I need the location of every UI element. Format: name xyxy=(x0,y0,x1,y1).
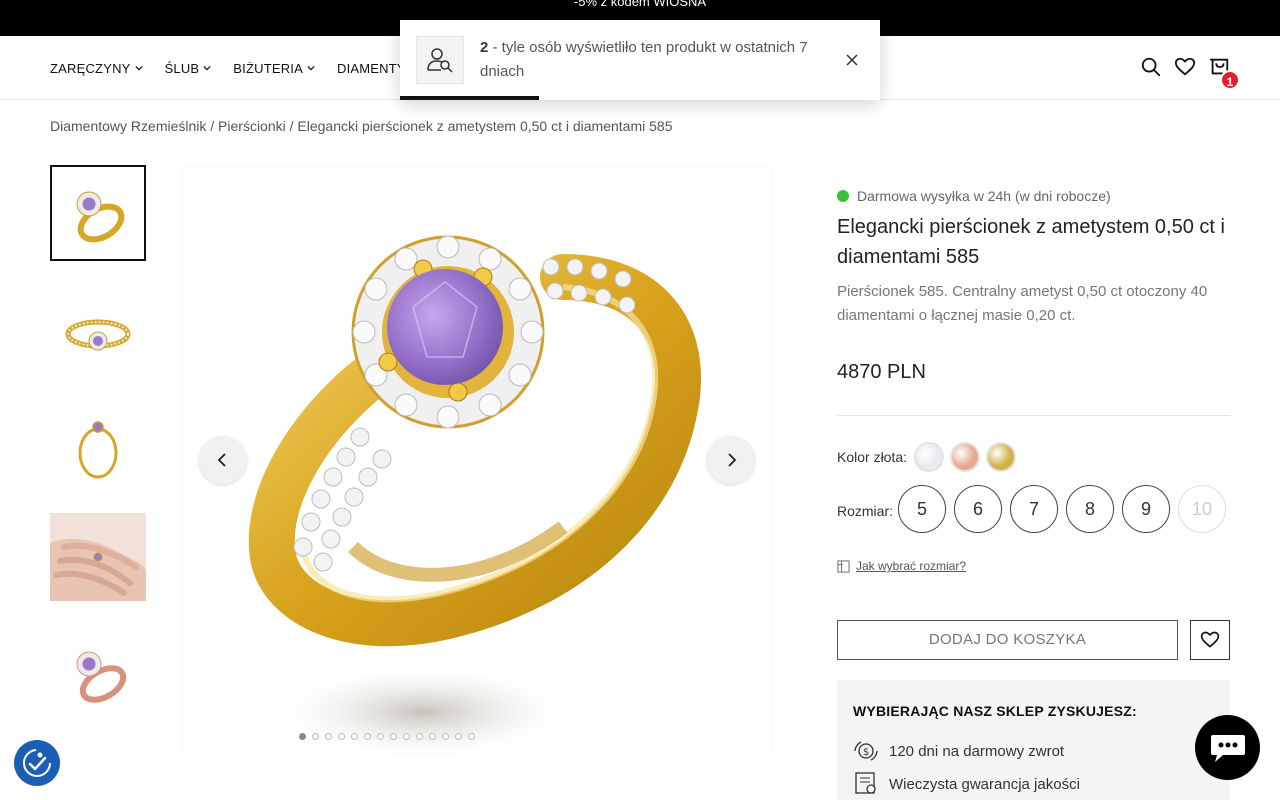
pagination-dot[interactable] xyxy=(325,733,332,740)
size-option[interactable]: 6 xyxy=(954,485,1002,533)
swatch-rose-gold[interactable] xyxy=(950,442,980,472)
shipping-info: Darmowa wysyłka w 24h (w dni robocze) xyxy=(837,186,1230,206)
prev-image-button[interactable] xyxy=(199,436,247,484)
user-search-icon xyxy=(416,36,464,84)
toast-progress-bar xyxy=(400,96,540,100)
nav-item-label: DIAMENTY xyxy=(337,60,406,76)
ring-thumbnail-image xyxy=(65,319,131,351)
nav-item-bizuteria[interactable]: BIŻUTERIA xyxy=(233,61,315,76)
pagination-dot[interactable] xyxy=(377,733,384,740)
benefit-item: $ 120 dni na darmowy zwrot xyxy=(853,740,1064,762)
size-label: Rozmiar: xyxy=(837,503,894,519)
nav-item-zareczyny[interactable]: ZARĘCZYNY xyxy=(50,61,143,76)
header-actions: 1 xyxy=(1140,56,1240,90)
money-return-icon: $ xyxy=(854,741,878,761)
size-option[interactable]: 9 xyxy=(1122,485,1170,533)
swatch-white-gold[interactable] xyxy=(914,442,944,472)
toast-message: 2 - tyle osób wyświetliło ten produkt w … xyxy=(480,36,825,84)
gallery-thumbnail-ring-front[interactable] xyxy=(50,283,146,379)
pagination-dot[interactable] xyxy=(299,733,306,740)
chevron-down-icon xyxy=(307,65,315,71)
nav-item-slub[interactable]: ŚLUB xyxy=(165,61,212,76)
chevron-right-icon xyxy=(728,453,737,467)
gold-color-label: Kolor złota: xyxy=(837,449,908,465)
views-toast: 2 - tyle osób wyświetliło ten produkt w … xyxy=(400,20,880,100)
next-image-button[interactable] xyxy=(707,436,755,484)
availability-dot xyxy=(837,190,849,202)
size-option[interactable]: 10 xyxy=(1178,485,1226,533)
ring-main-image xyxy=(248,235,701,754)
cart-button[interactable]: 1 xyxy=(1208,56,1240,90)
pagination-dot[interactable] xyxy=(429,733,436,740)
heart-icon xyxy=(1200,631,1220,648)
chevron-down-icon xyxy=(134,65,143,71)
accessibility-icon xyxy=(23,749,51,777)
size-option[interactable]: 5 xyxy=(898,485,946,533)
chevron-down-icon xyxy=(203,65,211,71)
svg-text:$: $ xyxy=(863,747,869,758)
benefit-item: Wieczysta gwarancja jakości xyxy=(853,772,1080,796)
pagination-dot[interactable] xyxy=(312,733,319,740)
swatch-yellow-gold[interactable] xyxy=(986,442,1016,472)
main-nav: ZARĘCZYNY ŚLUB BIŻUTERIA DIAMENTY xyxy=(50,36,440,100)
accessibility-button[interactable] xyxy=(14,740,60,786)
promo-text: -5% z kodem WIOSNA xyxy=(573,0,707,9)
pagination-dot[interactable] xyxy=(351,733,358,740)
pagination-dot[interactable] xyxy=(455,733,462,740)
ring-thumbnail-image xyxy=(76,191,125,243)
size-guide-link[interactable]: Jak wybrać rozmiar? xyxy=(837,559,966,573)
toast-message-text: - tyle osób wyświetliło ten produkt w os… xyxy=(480,39,808,80)
add-to-cart-button[interactable]: DODAJ DO KOSZYKA xyxy=(837,620,1178,660)
size-guide-text: Jak wybrać rozmiar? xyxy=(856,559,967,573)
ruler-icon xyxy=(837,559,850,573)
heart-icon[interactable] xyxy=(1174,56,1196,78)
store-benefits: WYBIERAJĄC NASZ SKLEP ZYSKUJESZ: $ 120 d… xyxy=(837,680,1230,800)
gallery-thumbnail-ring-rose-gold[interactable] xyxy=(50,625,146,721)
pagination-dot[interactable] xyxy=(442,733,449,740)
benefit-text: 120 dni na darmowy zwrot xyxy=(889,742,1065,760)
ring-on-hand-image xyxy=(50,513,146,601)
divider xyxy=(837,415,1230,416)
close-icon[interactable] xyxy=(844,52,860,68)
pagination-dot[interactable] xyxy=(403,733,410,740)
product-image-viewer xyxy=(183,167,771,754)
image-pagination xyxy=(299,733,475,740)
pagination-dot[interactable] xyxy=(338,733,345,740)
product-info: Darmowa wysyłka w 24h (w dni robocze) El… xyxy=(837,186,1230,328)
pagination-dot[interactable] xyxy=(416,733,423,740)
nav-item-label: BIŻUTERIA xyxy=(233,60,303,76)
ring-thumbnail-image xyxy=(76,651,127,703)
size-option[interactable]: 7 xyxy=(1010,485,1058,533)
benefits-title: WYBIERAJĄC NASZ SKLEP ZYSKUJESZ: xyxy=(853,703,1137,719)
search-icon[interactable] xyxy=(1140,56,1162,78)
chat-bubble-icon xyxy=(1210,734,1245,762)
product-description: Pierścionek 585. Centralny ametyst 0,50 … xyxy=(837,283,1208,324)
nav-item-label: ZARĘCZYNY xyxy=(50,60,131,76)
nav-item-label: ŚLUB xyxy=(164,60,200,76)
gallery-thumbnail-ring-on-hand[interactable] xyxy=(50,513,146,601)
gallery-thumbnail-ring-side[interactable] xyxy=(50,398,146,494)
breadcrumb[interactable]: Diamentowy Rzemieślnik / Pierścionki / E… xyxy=(50,118,672,134)
add-to-wishlist-button[interactable] xyxy=(1190,620,1230,660)
gallery-thumbnail-ring-angle[interactable] xyxy=(50,165,146,261)
certificate-icon xyxy=(855,772,876,794)
pagination-dot[interactable] xyxy=(468,733,475,740)
ring-thumbnail-image xyxy=(78,421,118,479)
pagination-dot[interactable] xyxy=(364,733,371,740)
product-title: Elegancki pierścionek z ametystem 0,50 c… xyxy=(837,216,1225,268)
pagination-dot[interactable] xyxy=(390,733,397,740)
cart-count-badge: 1 xyxy=(1220,70,1240,90)
benefit-text: Wieczysta gwarancja jakości xyxy=(889,775,1080,793)
shipping-text: Darmowa wysyłka w 24h (w dni robocze) xyxy=(857,188,1111,204)
product-price: 4870 PLN xyxy=(837,361,926,383)
chat-button[interactable] xyxy=(1195,715,1260,780)
chevron-left-icon xyxy=(217,453,226,467)
size-option[interactable]: 8 xyxy=(1066,485,1114,533)
